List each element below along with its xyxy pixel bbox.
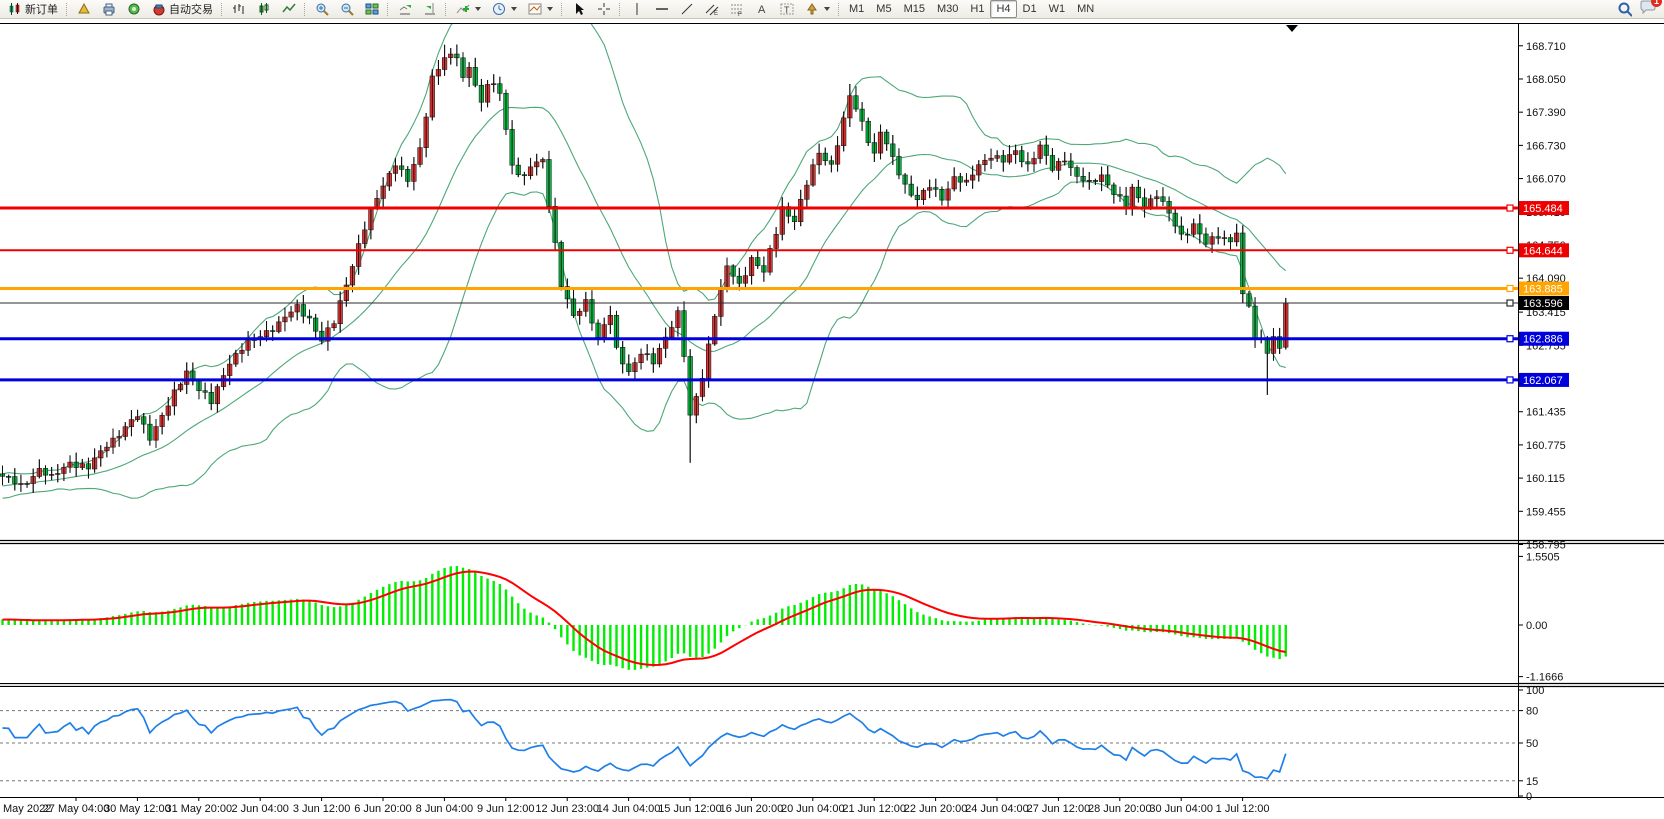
price-tag-164.644: 164.644 (1519, 243, 1569, 257)
svg-text:167.390: 167.390 (1526, 107, 1566, 119)
svg-text:164.644: 164.644 (1523, 245, 1563, 257)
svg-text:20 Jun 04:00: 20 Jun 04:00 (781, 803, 845, 815)
svg-text:50: 50 (1526, 738, 1538, 750)
svg-text:15: 15 (1526, 776, 1538, 788)
svg-text:163.885: 163.885 (1523, 283, 1563, 295)
svg-text:1 Jul 12:00: 1 Jul 12:00 (1216, 803, 1270, 815)
svg-text:163.596: 163.596 (1523, 298, 1563, 310)
svg-text:21 Jun 12:00: 21 Jun 12:00 (842, 803, 906, 815)
svg-text:6 Jun 20:00: 6 Jun 20:00 (354, 803, 412, 815)
main-chart-panel[interactable] (0, 24, 1518, 540)
price-tag-162.886: 162.886 (1519, 332, 1569, 346)
svg-text:1.5505: 1.5505 (1526, 551, 1560, 563)
line-handle[interactable] (1507, 247, 1513, 253)
svg-text:168.050: 168.050 (1526, 74, 1566, 86)
svg-text:14 Jun 04:00: 14 Jun 04:00 (597, 803, 661, 815)
price-axis[interactable]: 168.710 168.050 167.390 166.730 166.070 165.4… (1518, 41, 1569, 552)
svg-text:161.435: 161.435 (1526, 407, 1566, 419)
svg-text:3 Jun 12:00: 3 Jun 12:00 (293, 803, 351, 815)
svg-text:2 Jun 04:00: 2 Jun 04:00 (231, 803, 289, 815)
svg-text:100: 100 (1526, 685, 1544, 697)
svg-text:0.00: 0.00 (1526, 620, 1547, 632)
line-handle[interactable] (1507, 336, 1513, 342)
price-tag-165.484: 165.484 (1519, 201, 1569, 215)
svg-text:159.455: 159.455 (1526, 506, 1566, 518)
svg-text:166.730: 166.730 (1526, 140, 1566, 152)
line-handle[interactable] (1507, 377, 1513, 383)
svg-text:31 May 20:00: 31 May 20:00 (165, 803, 232, 815)
svg-text:0: 0 (1526, 791, 1532, 803)
macd-panel[interactable] (0, 545, 1518, 683)
chart-canvas: 168.710 168.050 167.390 166.730 166.070 165.4… (0, 0, 1664, 819)
svg-text:162.886: 162.886 (1523, 334, 1563, 346)
price-tag-163.885: 163.885 (1519, 281, 1569, 295)
svg-text:16 Jun 20:00: 16 Jun 20:00 (720, 803, 784, 815)
mt4-window: { "toolbar": { "new_order_label": "新订单",… (0, 0, 1664, 819)
svg-text:8 Jun 04:00: 8 Jun 04:00 (416, 803, 474, 815)
svg-text:162.067: 162.067 (1523, 375, 1563, 387)
svg-text:160.775: 160.775 (1526, 440, 1566, 452)
svg-text:80: 80 (1526, 706, 1538, 718)
price-tag-163.596: 163.596 (1519, 296, 1569, 310)
svg-text:160.115: 160.115 (1526, 473, 1565, 485)
svg-text:27 Jun 12:00: 27 Jun 12:00 (1027, 803, 1091, 815)
svg-text:168.710: 168.710 (1526, 41, 1566, 53)
price-tag-162.067: 162.067 (1519, 373, 1569, 387)
svg-text:28 Jun 20:00: 28 Jun 20:00 (1088, 803, 1152, 815)
macd-axis[interactable]: 1.5505 0.00 -1.1666 (1518, 551, 1563, 683)
time-axis[interactable]: May 202227 May 04:0030 May 12:0031 May 2… (3, 797, 1270, 815)
svg-text:22 Jun 20:00: 22 Jun 20:00 (904, 803, 968, 815)
line-handle[interactable] (1507, 300, 1513, 306)
svg-text:165.484: 165.484 (1523, 203, 1563, 215)
line-handle[interactable] (1507, 285, 1513, 291)
svg-text:30 May 12:00: 30 May 12:00 (104, 803, 171, 815)
svg-text:9 Jun 12:00: 9 Jun 12:00 (477, 803, 535, 815)
svg-text:-1.1666: -1.1666 (1526, 672, 1563, 684)
svg-text:27 May 04:00: 27 May 04:00 (43, 803, 110, 815)
svg-text:12 Jun 23:00: 12 Jun 23:00 (535, 803, 599, 815)
svg-text:30 Jun 04:00: 30 Jun 04:00 (1149, 803, 1213, 815)
line-handle[interactable] (1507, 205, 1513, 211)
svg-text:15 Jun 12:00: 15 Jun 12:00 (658, 803, 722, 815)
svg-text:166.070: 166.070 (1526, 174, 1566, 186)
svg-text:158.795: 158.795 (1526, 540, 1566, 552)
svg-text:24 Jun 04:00: 24 Jun 04:00 (965, 803, 1029, 815)
rsi-axis[interactable]: 100 80 50 15 0 (1518, 685, 1544, 803)
